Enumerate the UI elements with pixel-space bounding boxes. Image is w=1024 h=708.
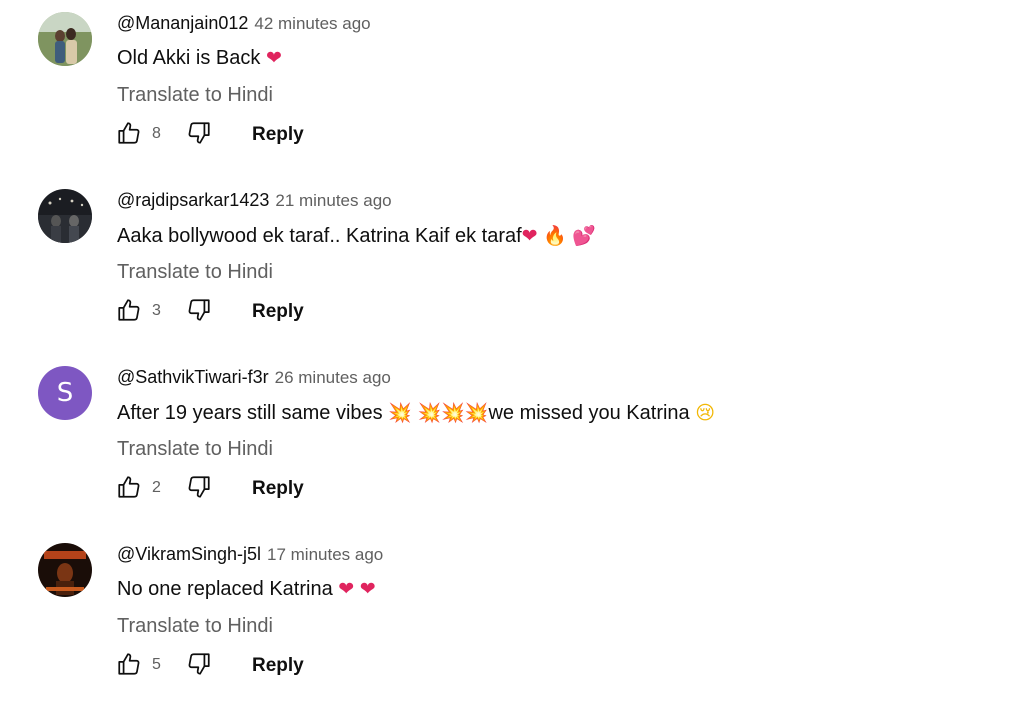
thumbs-down-icon	[188, 299, 210, 321]
red-heart-emoji: ❤	[359, 578, 376, 600]
reply-button[interactable]: Reply	[246, 122, 310, 148]
comment-header: @rajdipsarkar1423 21 minutes ago	[117, 190, 392, 211]
author-name[interactable]: @Mananjain012	[117, 13, 248, 33]
dislike-button[interactable]	[186, 474, 212, 500]
comment-text-body: No one replaced Katrina	[117, 578, 333, 600]
translate-button[interactable]: Translate to Hindi	[117, 261, 273, 284]
comment-actions: 5 Reply	[116, 647, 416, 687]
like-count: 8	[152, 125, 161, 142]
crying-face-emoji: 😢	[695, 402, 716, 424]
collision-emoji: 💥	[417, 402, 442, 424]
fire-emoji: 🔥	[543, 225, 567, 247]
thumbs-up-icon	[118, 476, 140, 498]
like-button[interactable]	[116, 474, 142, 500]
reply-button[interactable]: Reply	[246, 299, 310, 325]
two-hearts-emoji: 💕	[572, 225, 597, 247]
comment-header: @Mananjain012 42 minutes ago	[117, 13, 371, 34]
thumbs-up-icon	[118, 653, 140, 675]
comment-actions: 3 Reply	[116, 293, 416, 333]
comment-text: Old Akki is Back ❤	[117, 47, 282, 70]
author-name[interactable]: @rajdipsarkar1423	[117, 190, 269, 210]
like-button[interactable]	[116, 651, 142, 677]
comment-text: No one replaced Katrina ❤ ❤	[117, 578, 376, 601]
comment-item: S @SathvikTiwari-f3r 26 minutes ago After…	[0, 354, 1024, 531]
comment-text: Aaka bollywood ek taraf.. Katrina Kaif e…	[117, 224, 596, 248]
thumbs-down-icon	[188, 653, 210, 675]
red-heart-emoji: ❤	[521, 225, 538, 247]
thumbs-up-icon	[118, 299, 140, 321]
avatar[interactable]	[38, 543, 92, 597]
dislike-button[interactable]	[186, 651, 212, 677]
comment-item: @VikramSingh-j5l 17 minutes ago No one re…	[0, 531, 1024, 708]
like-count: 3	[152, 302, 161, 319]
thumbs-down-icon	[188, 122, 210, 144]
translate-button[interactable]: Translate to Hindi	[117, 615, 273, 638]
avatar[interactable]	[38, 12, 92, 66]
comment-time[interactable]: 21 minutes ago	[275, 191, 391, 210]
comment-text: After 19 years still same vibes 💥 💥💥💥we …	[117, 401, 715, 425]
red-heart-emoji: ❤	[338, 578, 355, 600]
comment-header: @VikramSingh-j5l 17 minutes ago	[117, 544, 383, 565]
dislike-button[interactable]	[186, 120, 212, 146]
author-name[interactable]: @VikramSingh-j5l	[117, 544, 261, 564]
reply-button[interactable]: Reply	[246, 653, 310, 679]
comment-time[interactable]: 26 minutes ago	[275, 368, 391, 387]
like-count: 5	[152, 656, 161, 673]
like-button[interactable]	[116, 297, 142, 323]
comment-actions: 8 Reply	[116, 116, 416, 156]
avatar[interactable]	[38, 189, 92, 243]
author-name[interactable]: @SathvikTiwari-f3r	[117, 367, 269, 387]
comment-time[interactable]: 42 minutes ago	[254, 14, 370, 33]
collision-emoji: 💥	[388, 402, 412, 424]
avatar[interactable]: S	[38, 366, 92, 420]
comment-header: @SathvikTiwari-f3r 26 minutes ago	[117, 367, 391, 388]
comment-text-body: we missed you Katrina	[488, 402, 690, 424]
comment-item: @rajdipsarkar1423 21 minutes ago Aaka bol…	[0, 177, 1024, 354]
like-button[interactable]	[116, 120, 142, 146]
comment-text-body: After 19 years still same vibes	[117, 402, 383, 424]
red-heart-emoji: ❤	[265, 47, 282, 69]
comment-time[interactable]: 17 minutes ago	[267, 545, 383, 564]
thumbs-down-icon	[188, 476, 210, 498]
comment-text-body: Aaka bollywood ek taraf.. Katrina Kaif e…	[117, 225, 522, 247]
comment-actions: 2 Reply	[116, 470, 416, 510]
thumbs-up-icon	[118, 122, 140, 144]
dislike-button[interactable]	[186, 297, 212, 323]
collision-emoji: 💥	[464, 402, 489, 424]
collision-emoji: 💥	[441, 402, 465, 424]
comment-text-body: Old Akki is Back	[117, 47, 261, 69]
translate-button[interactable]: Translate to Hindi	[117, 438, 273, 461]
comment-item: @Mananjain012 42 minutes ago Old Akki is …	[0, 0, 1024, 177]
reply-button[interactable]: Reply	[246, 476, 310, 502]
translate-button[interactable]: Translate to Hindi	[117, 84, 273, 107]
like-count: 2	[152, 479, 161, 496]
